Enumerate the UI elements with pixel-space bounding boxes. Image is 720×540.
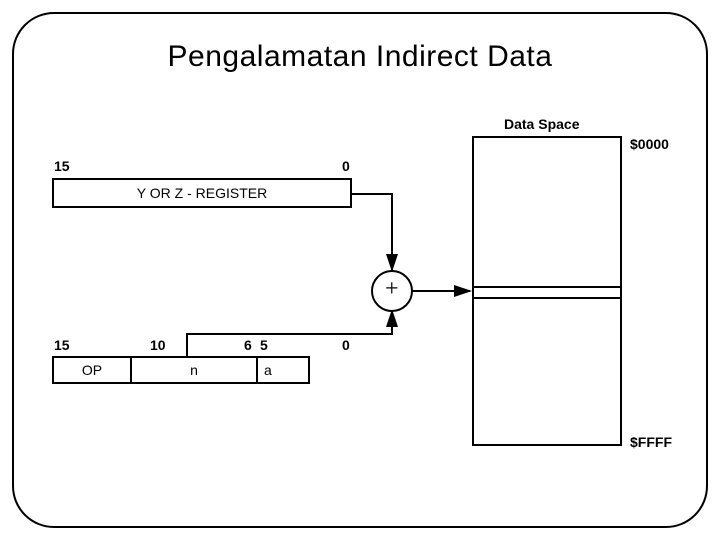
instr-op-box: OP xyxy=(52,356,132,384)
instr-n-label: n xyxy=(190,362,198,378)
addr-start: $0000 xyxy=(630,136,669,152)
data-space-slot xyxy=(472,286,622,299)
instr-bit-6: 6 xyxy=(244,337,252,353)
slide-frame: Pengalamatan Indirect Data Data Space $0… xyxy=(12,12,708,528)
instr-bit-15: 15 xyxy=(54,337,70,353)
instr-bit-10: 10 xyxy=(150,337,166,353)
adder-symbol: + xyxy=(385,276,399,303)
register-box: Y OR Z - REGISTER xyxy=(52,178,352,208)
instr-op-label: OP xyxy=(82,362,102,378)
instr-bit-5: 5 xyxy=(260,337,268,353)
instr-a-label: a xyxy=(264,362,272,378)
reg-bit-15: 15 xyxy=(54,158,70,174)
page-title: Pengalamatan Indirect Data xyxy=(14,40,706,74)
data-space-header: Data Space xyxy=(504,116,579,132)
diagram-area: Data Space $0000 $FFFF 15 0 Y OR Z - REG… xyxy=(52,134,672,474)
instr-n-box: n xyxy=(130,356,258,384)
instr-a-box: a xyxy=(256,356,310,384)
reg-bit-0: 0 xyxy=(342,158,350,174)
register-label: Y OR Z - REGISTER xyxy=(137,185,267,201)
addr-end: $FFFF xyxy=(630,434,672,450)
instr-bit-0: 0 xyxy=(342,337,350,353)
